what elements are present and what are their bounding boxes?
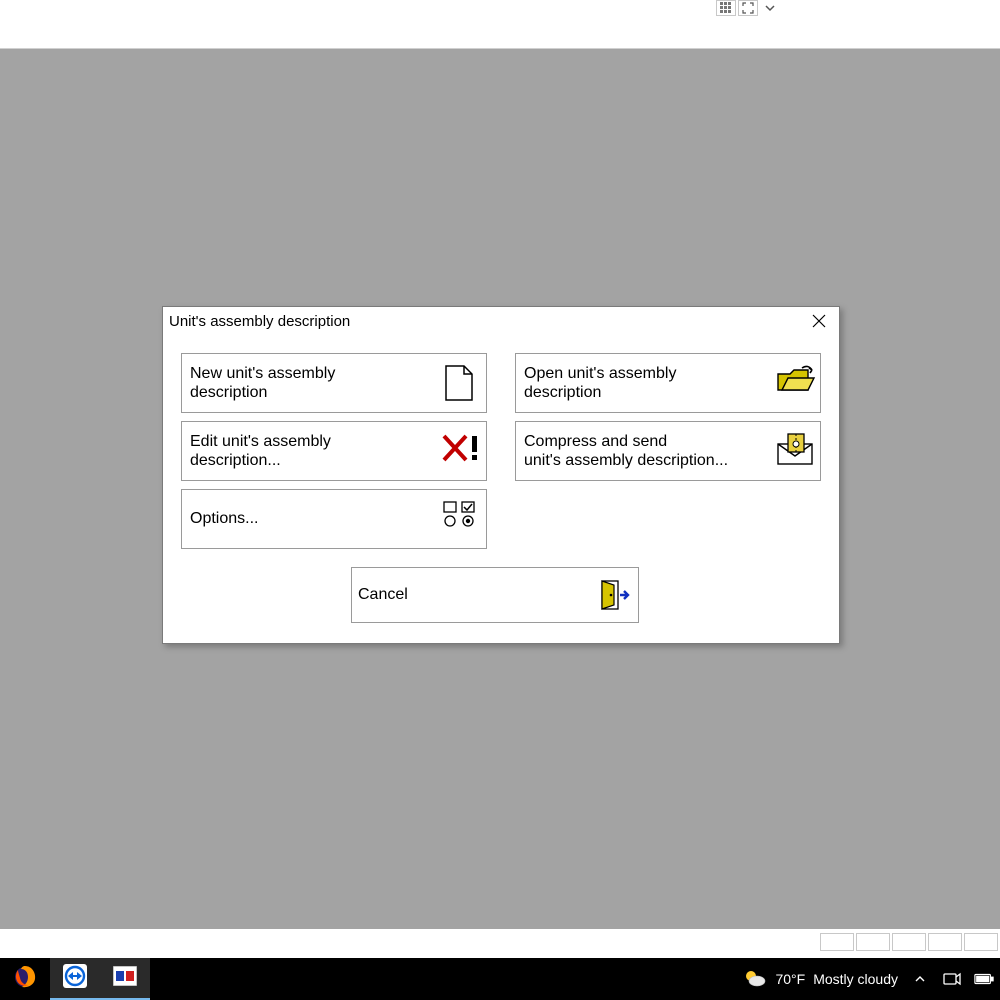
options-controls-icon xyxy=(442,500,480,538)
status-cell xyxy=(928,933,962,951)
fullscreen-icon[interactable] xyxy=(738,0,758,16)
teamviewer-icon xyxy=(62,963,88,994)
weather-icon xyxy=(743,967,767,992)
new-document-icon xyxy=(442,364,480,402)
button-label: Options... xyxy=(190,510,258,527)
taskbar: 70°F Mostly cloudy xyxy=(0,958,1000,1000)
top-toolbar xyxy=(0,0,1000,48)
chevron-down-icon[interactable] xyxy=(760,0,780,16)
status-panel-strip xyxy=(0,929,1000,958)
edit-assembly-button[interactable]: Edit unit's assemblydescription... xyxy=(181,421,487,481)
exit-door-icon xyxy=(600,579,630,611)
grid-icon[interactable] xyxy=(716,0,736,16)
mail-zip-icon xyxy=(776,432,814,470)
top-tool-cluster xyxy=(716,0,780,16)
weather-text: Mostly cloudy xyxy=(813,971,898,987)
button-label: Cancel xyxy=(358,586,408,603)
weather-temp: 70°F xyxy=(775,971,805,987)
taskbar-weather[interactable]: 70°F Mostly cloudy xyxy=(743,967,898,992)
close-button[interactable] xyxy=(807,311,831,335)
edit-x-icon xyxy=(442,432,480,470)
status-cell xyxy=(892,933,926,951)
dialog-title: Unit's assembly description xyxy=(169,313,350,330)
button-label: Open unit's assemblydescription xyxy=(524,365,676,401)
compress-send-button[interactable]: Compress and sendunit's assembly descrip… xyxy=(515,421,821,481)
taskbar-app-teamviewer[interactable] xyxy=(50,958,100,1000)
firefox-icon xyxy=(12,964,38,995)
status-cell xyxy=(964,933,998,951)
open-assembly-button[interactable]: Open unit's assemblydescription xyxy=(515,353,821,413)
open-folder-icon xyxy=(776,364,814,402)
button-label: Compress and sendunit's assembly descrip… xyxy=(524,433,728,469)
close-icon xyxy=(812,314,826,332)
button-label: Edit unit's assemblydescription... xyxy=(190,433,331,469)
taskbar-app-firefox[interactable] xyxy=(0,958,50,1000)
assembly-description-dialog: Unit's assembly description New unit's a… xyxy=(162,306,840,644)
status-cell xyxy=(820,933,854,951)
status-cell xyxy=(856,933,890,951)
options-button[interactable]: Options... xyxy=(181,489,487,549)
taskbar-app-generic[interactable] xyxy=(100,958,150,1000)
tray-battery-icon[interactable] xyxy=(974,969,994,989)
tray-chevron-up-icon[interactable] xyxy=(910,969,930,989)
cancel-button[interactable]: Cancel xyxy=(351,567,639,623)
tray-project-icon[interactable] xyxy=(942,969,962,989)
button-label: New unit's assemblydescription xyxy=(190,365,335,401)
new-assembly-button[interactable]: New unit's assemblydescription xyxy=(181,353,487,413)
app-icon xyxy=(113,966,137,991)
